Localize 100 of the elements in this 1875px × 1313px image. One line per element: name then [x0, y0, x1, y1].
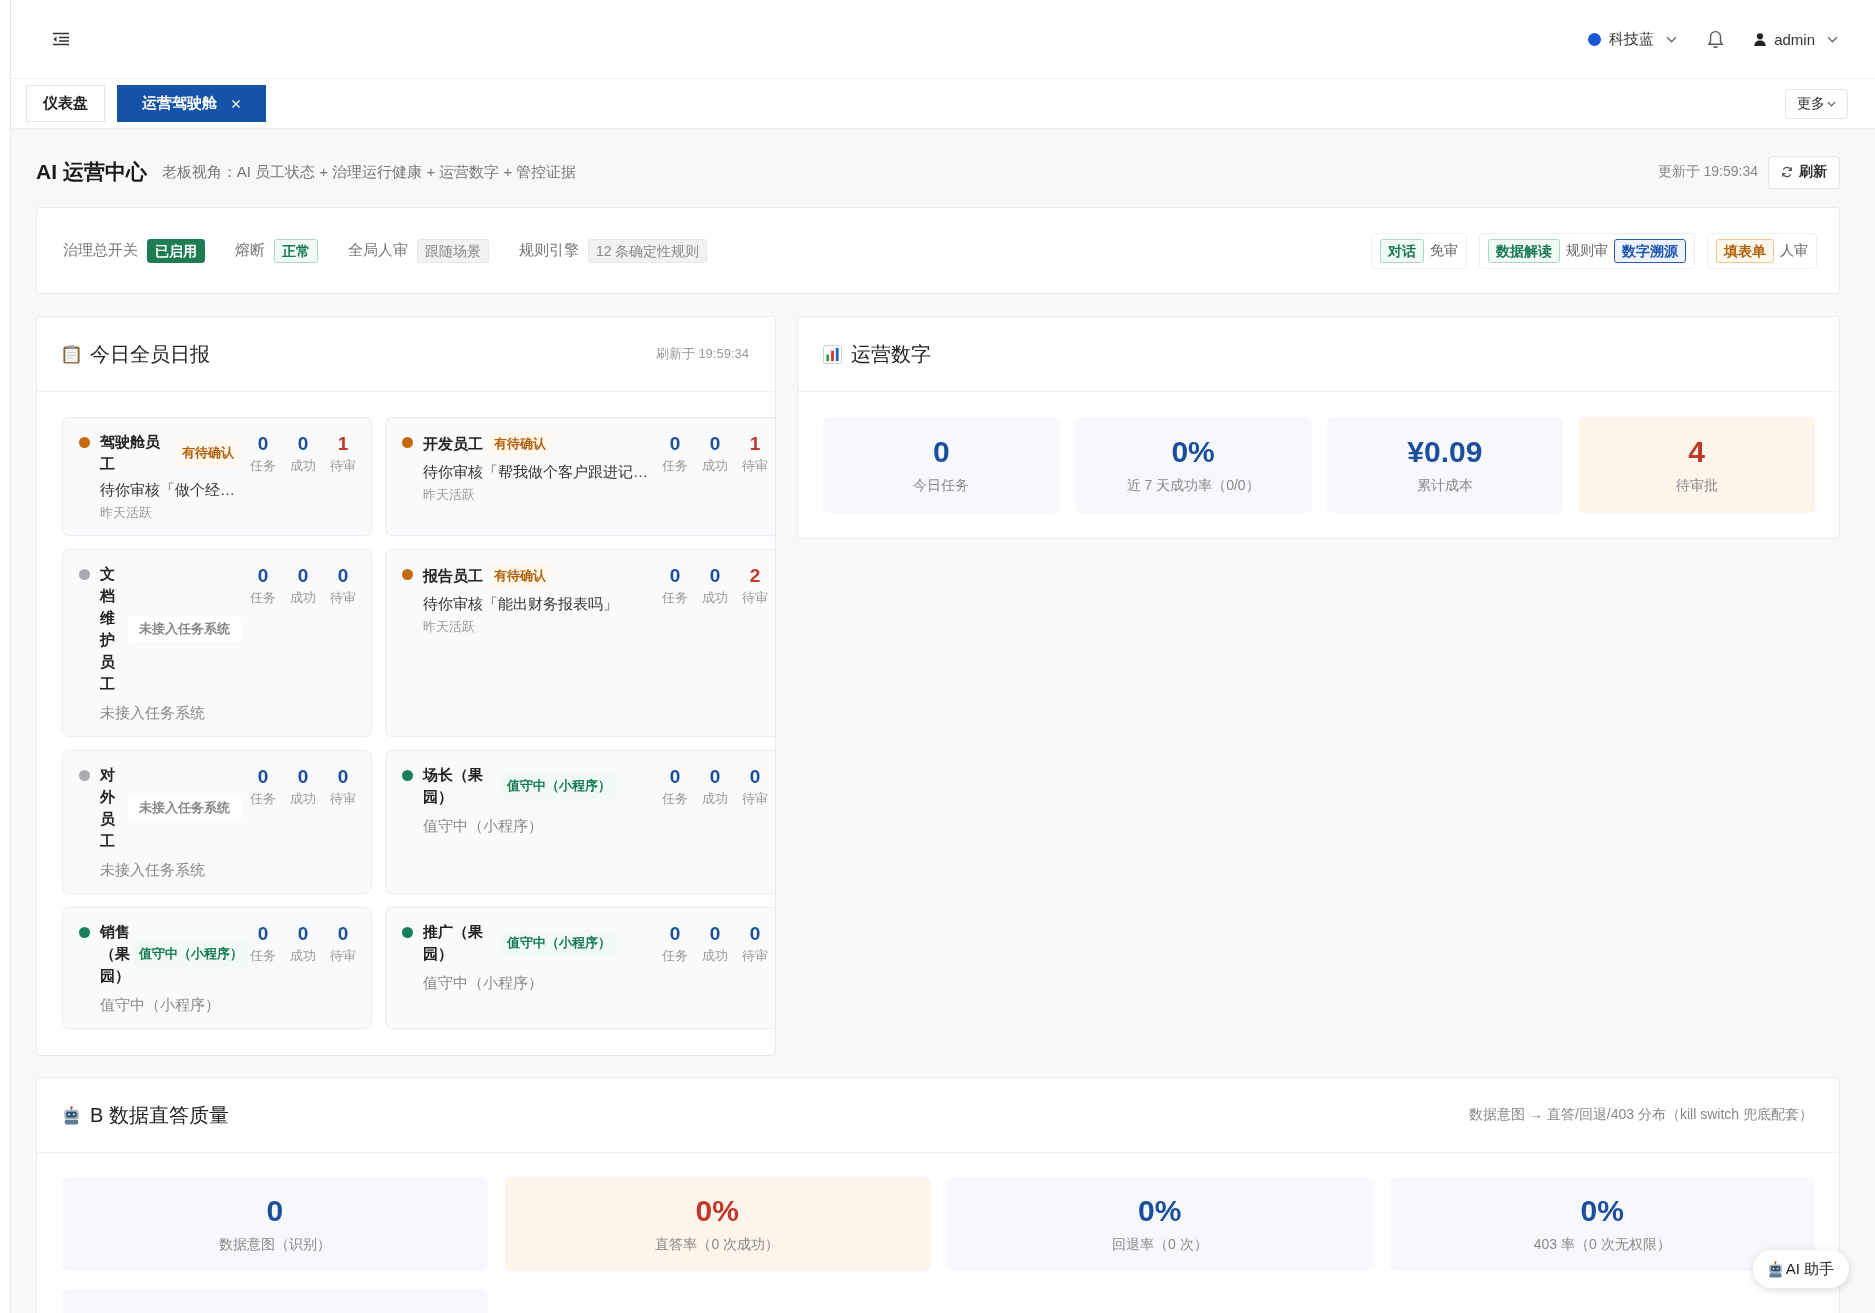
employee-name: 报告员工: [423, 566, 483, 586]
metric-label: 回退率（0 次）: [1111, 1236, 1208, 1254]
review-mode: 人审: [1780, 241, 1808, 260]
robot-icon: [1766, 1260, 1784, 1278]
employee-name: 文档维护员工: [100, 564, 116, 694]
metric-value: 0%: [1138, 1194, 1182, 1228]
status-badge: 未接入任务系统: [128, 795, 241, 821]
status-badge: 有待确认: [175, 440, 241, 466]
status-badge: 值守中（小程序）: [502, 930, 616, 956]
metric-label: 直答率（0 次成功）: [655, 1236, 780, 1254]
tab[interactable]: 运营驾驶舱: [117, 85, 266, 122]
refresh-button[interactable]: 刷新: [1768, 155, 1840, 189]
section-note: 数据意图 → 直答/回退/403 分布（kill switch 兜底配套）: [1469, 1106, 1813, 1124]
stat-value: 1: [749, 432, 761, 456]
status-tag: 12 条确定性规则: [588, 238, 708, 263]
setting-label: 全局人审: [348, 241, 408, 260]
metric-value: ¥0.09: [1407, 435, 1483, 469]
metric-label: 近 7 天成功率（0/0）: [1126, 477, 1260, 495]
stat-value: 0: [337, 765, 349, 789]
stat-value: 0: [257, 564, 269, 588]
employee-name: 推广（果园）: [423, 922, 484, 964]
stat-value: 0: [669, 765, 681, 789]
metric-value: 0: [266, 1194, 284, 1228]
activity-note: 昨天活跃: [100, 504, 153, 522]
stat-label: 任务: [250, 457, 276, 475]
stat-value: 0: [337, 564, 349, 588]
setting-label: 规则引擎: [519, 241, 579, 260]
status-tag: 跟随场景: [417, 238, 489, 263]
review-mode: 免审: [1430, 241, 1458, 260]
stat-label: 成功: [702, 947, 728, 965]
employee-name: 销售（果园）: [100, 922, 130, 986]
metric-value: 0%: [1580, 1194, 1624, 1228]
stat-label: 待审: [742, 790, 768, 808]
activity-note: 昨天活跃: [423, 486, 476, 504]
menu-icon[interactable]: [52, 32, 70, 46]
setting-label: 熔断: [235, 241, 265, 260]
refresh-time: 刷新于 19:59:34: [655, 345, 749, 363]
color-dot-icon: [1588, 32, 1602, 46]
close-icon[interactable]: [231, 98, 241, 109]
status-note: 值守中（小程序）: [423, 973, 544, 993]
user-menu[interactable]: admin: [1754, 30, 1838, 48]
stat-label: 待审: [330, 457, 356, 475]
stat-label: 成功: [290, 589, 316, 607]
ai-assistant-button[interactable]: AI 助手: [1752, 1250, 1849, 1288]
theme-dropdown[interactable]: 科技蓝: [1588, 29, 1678, 49]
setting-label: 治理总开关: [63, 241, 138, 260]
scene-tag: 数字溯源: [1614, 238, 1686, 263]
scene-tag: 数据解读: [1488, 238, 1560, 263]
stat-label: 任务: [250, 589, 276, 607]
stat-value: 0: [669, 922, 681, 946]
scene-tag: 填表单: [1716, 238, 1774, 263]
stat-value: 0: [297, 765, 309, 789]
status-note: 未接入任务系统: [100, 860, 206, 880]
stat-label: 待审: [330, 589, 356, 607]
stat-value: 0: [337, 922, 349, 946]
stat-value: 0: [709, 564, 721, 588]
employee-name: 场长（果园）: [423, 765, 484, 807]
review-mode: 规则审: [1566, 241, 1608, 260]
more-button[interactable]: 更多: [1785, 88, 1848, 119]
chevron-down-icon: [1827, 35, 1838, 43]
stat-label: 成功: [290, 790, 316, 808]
stat-label: 成功: [290, 457, 316, 475]
page-title: AI 运营中心: [36, 159, 147, 185]
activity-note: 昨天活跃: [423, 618, 476, 636]
metric-value: 0%: [1171, 435, 1215, 469]
employee-name: 开发员工: [423, 434, 483, 454]
scene-tag: 对话: [1380, 238, 1424, 263]
bell-icon[interactable]: [1707, 29, 1725, 49]
bar-chart-icon: [823, 344, 842, 364]
stat-value: 0: [297, 564, 309, 588]
stat-value: 0: [709, 765, 721, 789]
chevron-down-icon: [1827, 100, 1836, 107]
status-note: 未接入任务系统: [100, 703, 206, 723]
tab[interactable]: 仪表盘: [26, 85, 105, 122]
stat-label: 成功: [702, 589, 728, 607]
status-badge: 值守中（小程序）: [134, 941, 248, 967]
stat-value: 2: [749, 564, 761, 588]
status-tag: 已启用: [147, 238, 205, 263]
clipboard-icon: [62, 344, 81, 364]
status-badge: 值守中（小程序）: [502, 773, 616, 799]
metric-label: 今日任务: [913, 477, 970, 495]
status-badge: 有待确认: [487, 431, 553, 457]
stat-value: 0: [257, 432, 269, 456]
status-badge: 未接入任务系统: [128, 616, 241, 642]
metric-label: 403 率（0 次无权限）: [1533, 1236, 1671, 1254]
robot-icon: [62, 1105, 81, 1125]
stat-label: 成功: [702, 457, 728, 475]
task-summary: 待你审核「做个经…: [100, 480, 236, 500]
stat-label: 任务: [250, 947, 276, 965]
employee-name: 驾驶舱员工: [100, 432, 161, 474]
stat-label: 任务: [662, 790, 688, 808]
metric-label: 累计成本: [1416, 477, 1473, 495]
stat-label: 待审: [330, 790, 356, 808]
stat-value: 0: [297, 432, 309, 456]
card-title: B 数据直答质量: [90, 1102, 229, 1128]
card-title: 运营数字: [851, 341, 931, 367]
task-summary: 待你审核「帮我做个客户跟进记…: [423, 462, 649, 482]
status-badge: 有待确认: [487, 563, 553, 589]
metric-value: 4: [1688, 435, 1705, 469]
stat-label: 成功: [702, 790, 728, 808]
